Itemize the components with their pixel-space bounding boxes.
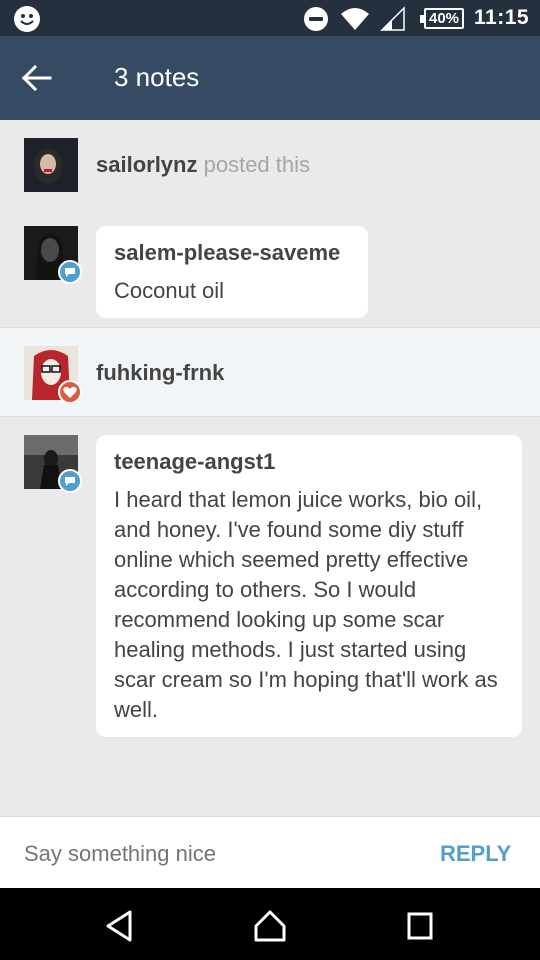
- reply-input[interactable]: [24, 841, 384, 867]
- navigation-bar: [0, 888, 540, 960]
- app-bar: 3 notes: [0, 36, 540, 120]
- reply-bar: REPLY: [0, 816, 540, 888]
- do-not-disturb-icon: [304, 7, 328, 31]
- note-action: posted this: [203, 152, 311, 177]
- note-text: I heard that lemon juice works, bio oil,…: [114, 487, 498, 722]
- nav-recents-icon[interactable]: [400, 908, 440, 944]
- note-bubble: teenage-angst1 I heard that lemon juice …: [96, 435, 522, 737]
- avatar[interactable]: [24, 138, 78, 192]
- nav-back-icon[interactable]: [100, 908, 140, 944]
- wifi-icon: [341, 8, 369, 30]
- smiley-notification-icon: [14, 6, 40, 32]
- back-arrow-icon[interactable]: [20, 60, 56, 96]
- status-bar: 40% 11:15: [0, 0, 540, 36]
- note-text: Coconut oil: [114, 278, 225, 303]
- signal-icon: [380, 6, 405, 31]
- note-highlight-row: [0, 327, 540, 417]
- note-username[interactable]: salem-please-saveme: [114, 240, 350, 266]
- battery-indicator: 40%: [420, 8, 464, 29]
- reply-badge-icon: [58, 469, 82, 493]
- note-username[interactable]: teenage-angst1: [114, 449, 504, 475]
- nav-home-icon[interactable]: [250, 908, 290, 944]
- page-title: 3 notes: [114, 62, 200, 92]
- note-username[interactable]: fuhking-frnk: [96, 360, 224, 386]
- note-bubble: salem-please-saveme Coconut oil: [96, 226, 368, 318]
- note-username[interactable]: sailorlynz posted this: [96, 152, 310, 178]
- reply-badge-icon: [58, 260, 82, 284]
- like-heart-icon: [58, 380, 82, 404]
- clock: 11:15: [474, 6, 530, 29]
- reply-button[interactable]: REPLY: [440, 841, 511, 867]
